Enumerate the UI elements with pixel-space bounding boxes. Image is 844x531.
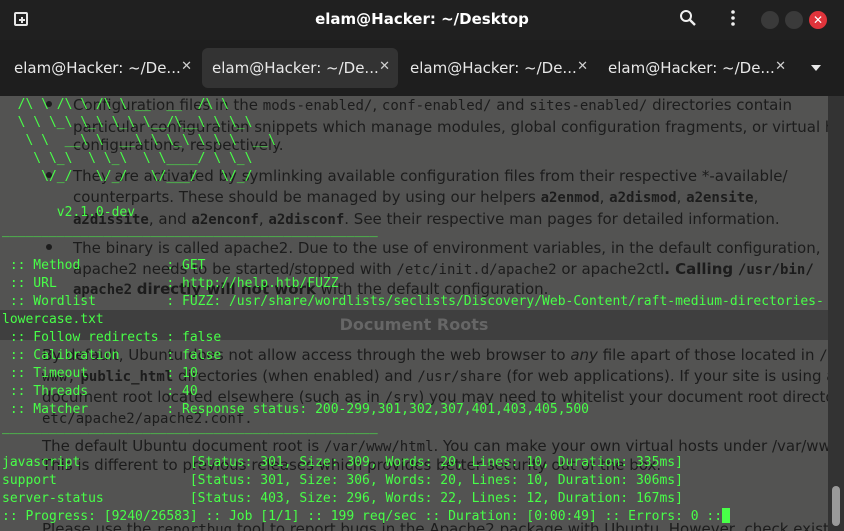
progress-text: :: Progress: [9240/26583] :: Job [1/1] :… [2, 509, 723, 524]
tab-1[interactable]: elam@Hacker: ~/De... ✕ [4, 48, 200, 88]
tab-3[interactable]: elam@Hacker: ~/De... ✕ [400, 48, 596, 88]
separator-line: ________________________________________… [2, 420, 378, 435]
tab-close-icon[interactable]: ✕ [181, 59, 192, 74]
ascii-logo-line: /\ \ /\ \ /\ \ __ __ /\ \ [2, 97, 229, 112]
terminal-viewport[interactable]: Configuration files in the mods-enabled/… [0, 96, 828, 531]
config-line: :: Calibration : false [2, 348, 222, 363]
config-line: :: Method : GET [2, 258, 206, 273]
tab-close-icon[interactable]: ✕ [775, 59, 786, 74]
ascii-logo-line: \/_/ \/_/ \/___/ \/_/ [2, 169, 253, 184]
tab-close-icon[interactable]: ✕ [577, 59, 588, 74]
tab-list-dropdown-icon[interactable] [804, 58, 828, 78]
version-line: v2.1.0-dev [2, 205, 136, 220]
kebab-menu-icon[interactable] [722, 9, 744, 33]
bg-text-line: The binary is called apache2. Due to the… [73, 239, 821, 257]
config-line: :: Wordlist : FUZZ: /usr/share/wordlists… [2, 294, 824, 327]
maximize-button[interactable] [785, 11, 803, 29]
tab-bar: elam@Hacker: ~/De... ✕ elam@Hacker: ~/De… [0, 40, 844, 96]
tab-2-active[interactable]: elam@Hacker: ~/De... ✕ [202, 48, 398, 88]
tab-label: elam@Hacker: ~/De... [608, 59, 775, 77]
result-line: javascript [Status: 301, Size: 309, Word… [2, 455, 683, 470]
tab-label: elam@Hacker: ~/De... [14, 59, 181, 77]
title-bar: elam@Hacker: ~/Desktop ✕ [0, 0, 844, 40]
bullet [46, 244, 52, 250]
terminal-cursor [722, 508, 731, 523]
result-line: support [Status: 301, Size: 306, Words: … [2, 473, 683, 488]
bg-text-line: counterparts. These should be managed by… [73, 188, 759, 206]
ascii-logo-line: \ \ __\ \ __\ \ \_\ \ \ \ __\ [2, 133, 276, 148]
config-line: :: URL : http://help.htb/FUZZ [2, 276, 339, 291]
tab-label: elam@Hacker: ~/De... [410, 59, 577, 77]
ascii-logo-line: \ \ \_\ \_\ \_\ \__/\__\ \ \_\ [2, 115, 253, 130]
tab-4[interactable]: elam@Hacker: ~/De... ✕ [598, 48, 794, 88]
minimize-button[interactable] [761, 11, 779, 29]
config-line: :: Follow redirects : false [2, 330, 222, 345]
config-line: :: Threads : 40 [2, 384, 198, 399]
terminal-scrollbar[interactable] [828, 96, 844, 531]
window-title: elam@Hacker: ~/Desktop [315, 10, 529, 28]
config-line: :: Timeout : 10 [2, 366, 198, 381]
result-line: server-status [Status: 403, Size: 296, W… [2, 491, 683, 506]
tab-label: elam@Hacker: ~/De... [212, 59, 379, 77]
config-line: :: Matcher : Response status: 200-299,30… [2, 402, 589, 417]
close-window-button[interactable]: ✕ [809, 11, 827, 29]
scrollbar-thumb[interactable] [832, 486, 840, 526]
separator-line: ________________________________________… [2, 223, 378, 238]
search-icon[interactable] [677, 9, 699, 33]
ascii-logo-line: \ \_\ \ \_\ \ \____/ \ \_\ [2, 151, 253, 166]
tab-close-icon[interactable]: ✕ [379, 59, 390, 74]
progress-line: :: Progress: [9240/26583] :: Job [1/1] :… [2, 508, 731, 526]
